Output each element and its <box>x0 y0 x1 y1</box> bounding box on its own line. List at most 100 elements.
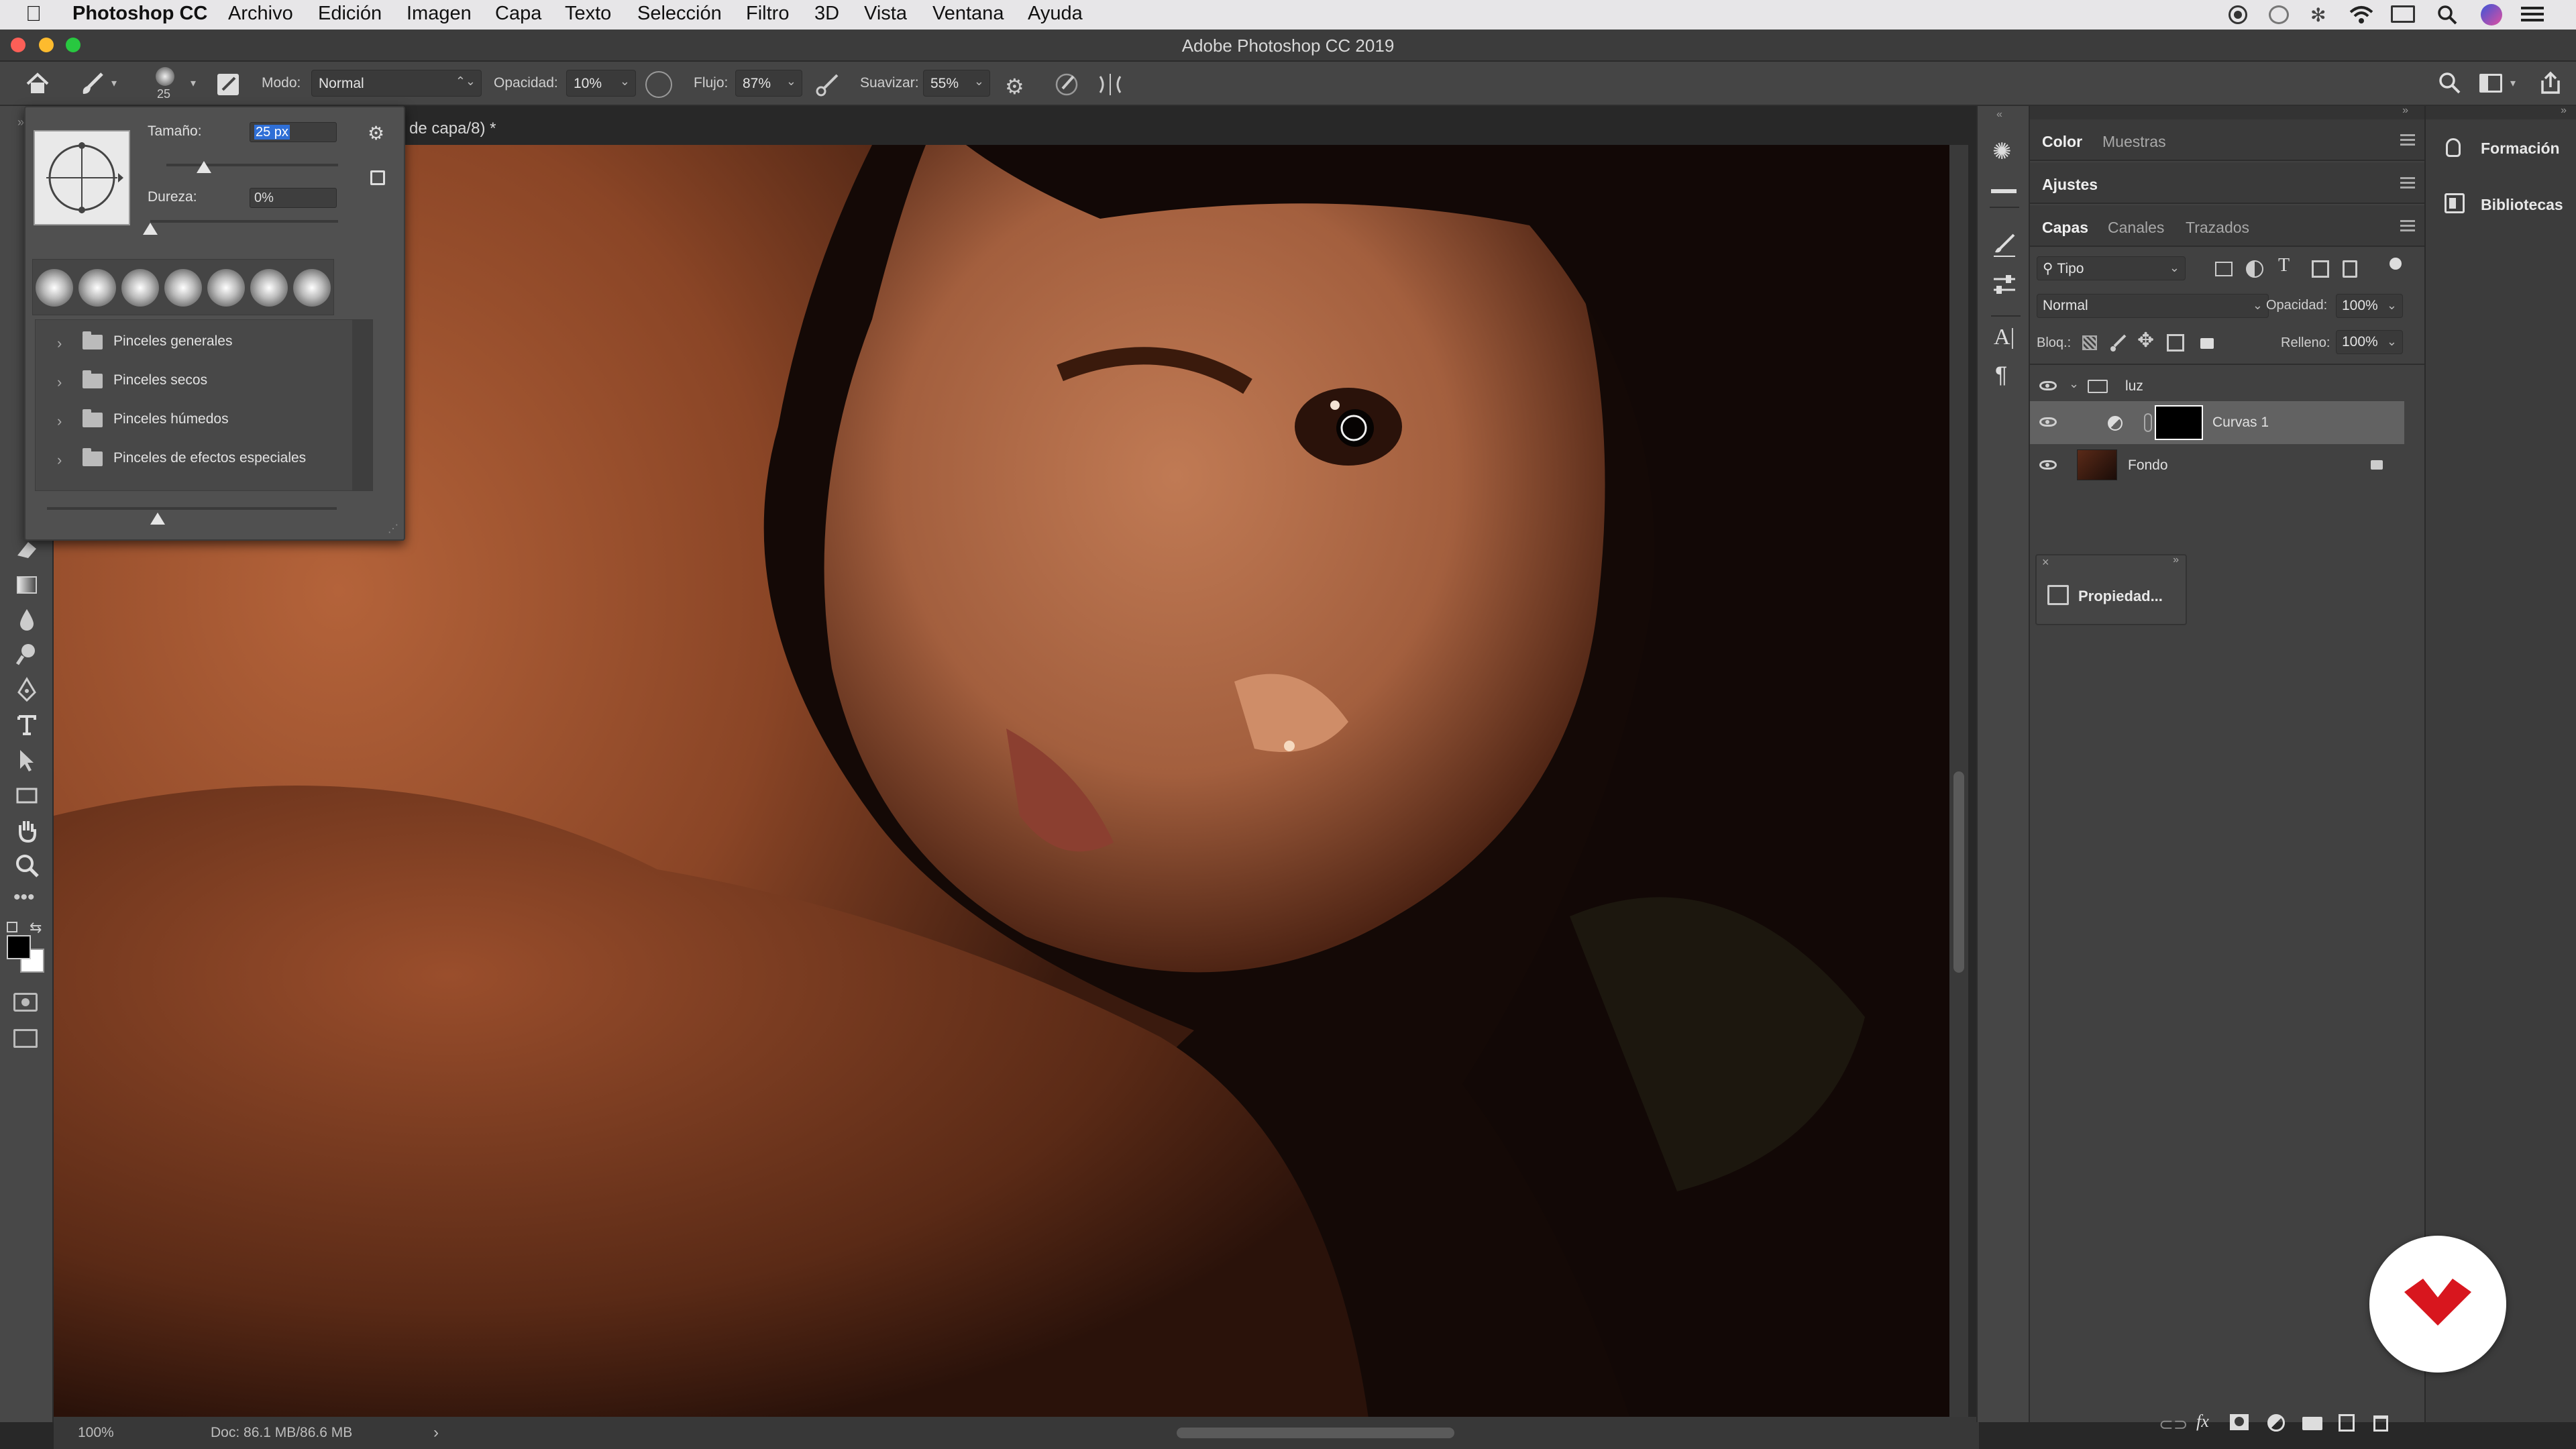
menu-edicion[interactable]: Edición <box>318 3 382 25</box>
group-expand-chevron-icon[interactable]: ⌄ <box>2069 377 2079 391</box>
pen-tool-icon[interactable] <box>13 676 40 703</box>
brush-settings-panel-icon[interactable] <box>217 74 239 95</box>
brush-settings-icon[interactable] <box>1991 231 2018 258</box>
menu-capa[interactable]: Capa <box>495 3 541 25</box>
close-icon[interactable]: × <box>2042 555 2049 570</box>
opacity-input[interactable]: 10% ⌄ <box>566 70 636 97</box>
brush-preset-chevron-icon[interactable]: ▾ <box>191 76 196 90</box>
search-icon[interactable] <box>2438 71 2462 95</box>
tab-color[interactable]: Color <box>2042 133 2082 151</box>
lock-artboard-icon[interactable] <box>2167 334 2184 352</box>
hardness-slider-track[interactable] <box>150 220 338 223</box>
character-panel-icon[interactable]: A| <box>1994 325 2015 350</box>
workspace-chevron-icon[interactable]: ▾ <box>2510 76 2516 90</box>
layer-filter-select[interactable]: ⚲ Tipo ⌄ <box>2037 256 2186 280</box>
status-menu-arrow[interactable]: › <box>433 1424 439 1442</box>
filter-type-icon[interactable]: T <box>2278 255 2290 276</box>
filter-smart-object-icon[interactable] <box>2343 260 2357 278</box>
layer-mask-thumbnail[interactable] <box>2155 405 2203 440</box>
delete-layer-trash-icon[interactable] <box>2373 1415 2388 1432</box>
workspace-icon[interactable] <box>2479 74 2502 93</box>
adjustment-sliders-icon[interactable] <box>1991 271 2018 298</box>
tab-channels[interactable]: Canales <box>2108 219 2164 237</box>
dodge-tool-icon[interactable] <box>13 641 40 668</box>
symmetry-icon[interactable] <box>1096 71 1124 98</box>
type-tool-icon[interactable] <box>13 711 40 738</box>
menu-app-name[interactable]: Photoshop CC <box>72 3 207 25</box>
layer-name[interactable]: luz <box>2125 378 2143 394</box>
home-icon[interactable] <box>25 72 50 95</box>
apple-icon[interactable]:  <box>25 1 42 26</box>
recent-brush-6[interactable] <box>250 269 288 307</box>
more-tools-icon[interactable]: ••• <box>13 888 40 918</box>
tab-layers[interactable]: Capas <box>2042 219 2088 237</box>
expand-icon[interactable]: » <box>2173 554 2179 566</box>
brush-options-gear-icon[interactable]: ⚙ <box>368 122 384 144</box>
vertical-scroll-thumb[interactable] <box>1953 771 1964 973</box>
filter-shape-icon[interactable] <box>2312 260 2329 278</box>
vertical-scrollbar[interactable] <box>1949 145 1968 1418</box>
color-panel-menu-icon[interactable] <box>2400 134 2415 148</box>
brush-tip-preview[interactable] <box>34 130 130 225</box>
path-selection-tool-icon[interactable] <box>13 747 40 774</box>
resize-grip-icon[interactable]: ⋰ <box>388 522 398 535</box>
brushes-library-icon[interactable] <box>1991 180 2017 193</box>
recent-brush-3[interactable] <box>121 269 159 307</box>
preview-size-slider-thumb[interactable] <box>150 513 165 525</box>
default-colors-icon[interactable] <box>7 922 17 932</box>
layer-blend-mode-select[interactable]: Normal ⌄ <box>2037 294 2269 318</box>
preview-size-slider-track[interactable] <box>47 507 337 510</box>
collapse-dock-icon[interactable]: » <box>2402 105 2408 117</box>
brush-tool-icon[interactable] <box>79 71 106 97</box>
menu-3d[interactable]: 3D <box>814 3 839 25</box>
tab-paths[interactable]: Trazados <box>2186 219 2249 237</box>
siri-icon[interactable] <box>2481 4 2502 25</box>
mask-link-icon[interactable] <box>2144 413 2152 432</box>
record-icon[interactable] <box>2229 5 2247 24</box>
recent-brush-7[interactable] <box>293 269 331 307</box>
new-layer-icon[interactable] <box>2339 1414 2355 1432</box>
tab-swatches[interactable]: Muestras <box>2102 133 2166 151</box>
swap-colors-icon[interactable]: ⇆ <box>30 919 42 936</box>
wifi-icon[interactable] <box>2348 4 2375 25</box>
collapse-dock-icon[interactable]: » <box>2561 105 2567 117</box>
menu-seleccion[interactable]: Selección <box>637 3 722 25</box>
airplay-icon[interactable] <box>2391 5 2415 23</box>
layer-fill-input[interactable]: 100% ⌄ <box>2336 330 2403 354</box>
size-slider-thumb[interactable] <box>197 161 212 173</box>
lock-all-icon[interactable] <box>2200 338 2214 349</box>
smoothing-settings-gear-icon[interactable]: ⚙ <box>1005 74 1024 99</box>
new-adjustment-layer-icon[interactable] <box>2267 1414 2285 1432</box>
size-slider-track[interactable] <box>166 164 338 166</box>
add-mask-icon[interactable] <box>2230 1414 2249 1430</box>
libraries-panel-button[interactable]: Bibliotecas <box>2426 184 2576 225</box>
menu-ayuda[interactable]: Ayuda <box>1028 3 1083 25</box>
size-input[interactable]: 25 px <box>250 122 337 142</box>
tab-adjustments[interactable]: Ajustes <box>2042 176 2098 194</box>
screen-mode-icon[interactable] <box>13 1029 38 1048</box>
mode-select[interactable]: Normal ⌃⌄ <box>311 70 482 97</box>
hardness-input[interactable]: 0% <box>250 188 337 208</box>
filter-toggle-icon[interactable] <box>2390 258 2402 270</box>
visibility-eye-icon[interactable] <box>2039 460 2057 470</box>
folder-special-effects-brushes[interactable]: › Pinceles de efectos especiales <box>46 441 362 480</box>
filter-adjustment-icon[interactable] <box>2246 260 2263 278</box>
menu-vista[interactable]: Vista <box>864 3 907 25</box>
lock-image-icon[interactable] <box>2109 333 2128 353</box>
chevron-down-icon[interactable]: ▾ <box>111 76 117 90</box>
menu-texto[interactable]: Texto <box>565 3 611 25</box>
foreground-color-swatch[interactable] <box>7 935 31 959</box>
menu-filtro[interactable]: Filtro <box>746 3 789 25</box>
adjustments-panel-menu-icon[interactable] <box>2400 177 2415 191</box>
collapse-strip-icon[interactable]: « <box>1996 109 2002 121</box>
brush-preset-preview[interactable] <box>156 67 174 86</box>
document-tab[interactable]: a de capa/8) * <box>396 114 496 144</box>
gradient-tool-icon[interactable] <box>13 572 40 598</box>
zoom-tool-icon[interactable] <box>13 852 40 879</box>
airbrush-icon[interactable] <box>814 71 841 98</box>
layer-row-group-luz[interactable]: ⌄ luz <box>2030 365 2404 407</box>
filter-pixel-icon[interactable] <box>2215 262 2233 276</box>
collapse-tools-icon[interactable]: » <box>17 115 24 129</box>
history-icon[interactable]: ✺ <box>1992 138 2012 165</box>
menu-archivo[interactable]: Archivo <box>228 3 293 25</box>
